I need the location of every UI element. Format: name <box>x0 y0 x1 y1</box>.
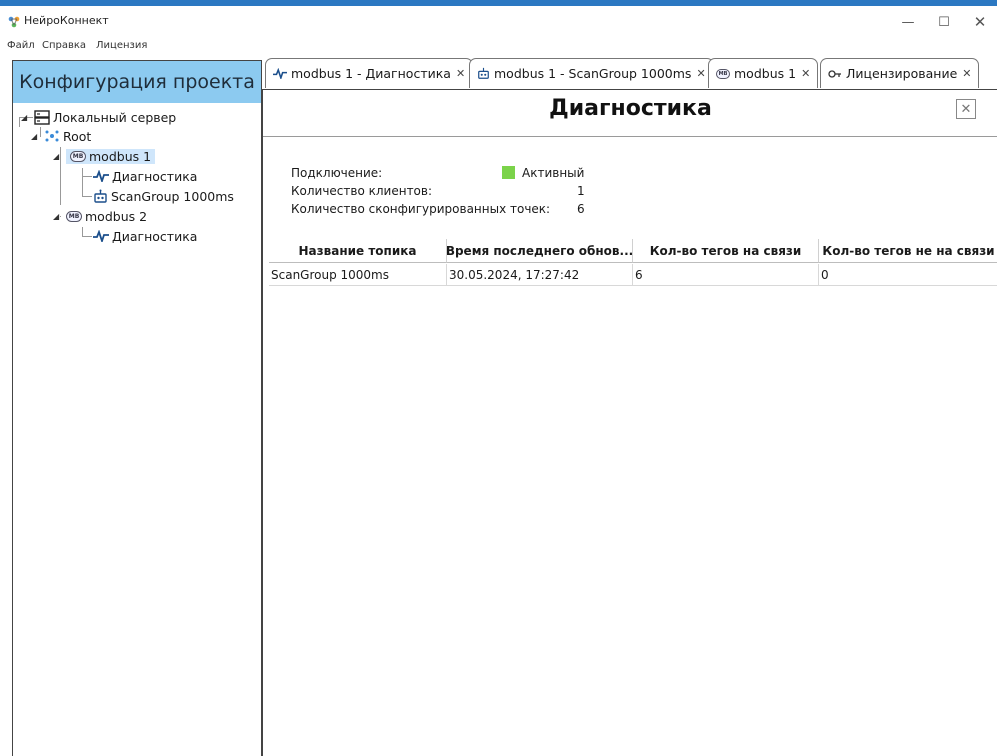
key-icon <box>828 68 842 80</box>
points-label: Количество сконфигурированных точек: <box>291 202 551 216</box>
tab-label: modbus 1 <box>734 66 797 81</box>
connection-status-indicator <box>502 166 515 179</box>
column-header-tags-online[interactable]: Кол-во тегов на связи <box>633 239 819 263</box>
pulse-icon <box>93 170 109 182</box>
close-tab-icon[interactable]: ✕ <box>962 67 971 80</box>
project-config-panel: Конфигурация проекта ◢ Локальный сервер … <box>12 60 262 756</box>
close-tab-icon[interactable]: ✕ <box>456 67 465 80</box>
tree-label-diagnostics: Диагностика <box>112 228 198 244</box>
clients-label: Количество клиентов: <box>291 184 433 198</box>
tab-modbus-1[interactable]: MB modbus 1 ✕ <box>708 58 819 88</box>
menu-license[interactable]: Лицензия <box>96 40 147 51</box>
tree-label-root: Root <box>63 128 92 144</box>
table-cell-topic[interactable]: ScanGroup 1000ms <box>269 264 447 286</box>
title-divider <box>263 136 997 137</box>
server-icon <box>34 109 50 125</box>
page-title: Диагностика <box>549 96 712 121</box>
points-value: 6 <box>577 202 585 216</box>
tree-node-modbus-1-selection: MB modbus 1 <box>66 148 156 164</box>
expand-arrow-icon[interactable]: ◢ <box>53 152 66 161</box>
connection-label: Подключение: <box>291 166 383 180</box>
robot-icon <box>93 189 108 204</box>
title-bar: НейроКоннект — ☐ ✕ <box>0 6 997 36</box>
clients-value: 1 <box>577 184 585 198</box>
pulse-icon <box>273 68 287 79</box>
tree-node-modbus-1[interactable]: ◢ MB modbus 1 <box>53 146 156 166</box>
tree-label-diagnostics: Диагностика <box>112 168 198 184</box>
tree-node-root[interactable]: ◢ Root <box>31 126 91 146</box>
table-cell-tags-offline[interactable]: 0 <box>819 264 997 286</box>
tab-label: modbus 1 - ScanGroup 1000ms <box>494 66 692 81</box>
close-window-button[interactable]: ✕ <box>966 12 994 32</box>
expand-arrow-icon[interactable]: ◢ <box>21 113 34 122</box>
robot-icon <box>477 67 490 80</box>
diagnostics-page: Диагностика ✕ Подключение: Активный Коли… <box>262 89 997 756</box>
tree-node-modbus-2[interactable]: ◢ MB modbus 2 <box>53 206 147 226</box>
tab-modbus-1-scangroup[interactable]: modbus 1 - ScanGroup 1000ms ✕ <box>469 58 714 88</box>
modbus-icon: MB <box>70 150 86 162</box>
table-cell-tags-online[interactable]: 6 <box>633 264 819 286</box>
root-cluster-icon <box>44 129 60 143</box>
close-tab-icon[interactable]: ✕ <box>696 67 705 80</box>
menu-bar: Файл Справка Лицензия <box>0 36 997 54</box>
tree-node-scangroup[interactable]: ScanGroup 1000ms <box>93 186 234 206</box>
expand-arrow-icon[interactable]: ◢ <box>53 212 66 221</box>
menu-file[interactable]: Файл <box>7 40 35 51</box>
tree-node-modbus-1-diagnostics[interactable]: Диагностика <box>93 166 197 186</box>
tree-label-scangroup: ScanGroup 1000ms <box>111 188 234 204</box>
tree-node-local-server[interactable]: ◢ Локальный сервер <box>13 107 176 127</box>
close-page-button[interactable]: ✕ <box>956 99 976 119</box>
tree-connector <box>82 168 83 196</box>
expand-arrow-icon[interactable]: ◢ <box>31 132 44 141</box>
tree-connector <box>82 196 92 197</box>
column-header-topic[interactable]: Название топика <box>269 239 447 263</box>
maximize-button[interactable]: ☐ <box>930 12 958 32</box>
pulse-icon <box>93 230 109 242</box>
modbus-icon: MB <box>716 68 730 79</box>
project-config-header: Конфигурация проекта <box>13 61 261 103</box>
tree-connector <box>82 176 92 177</box>
tree-label-modbus-2: modbus 2 <box>85 208 148 224</box>
tree-label-local-server: Локальный сервер <box>53 109 177 125</box>
menu-help[interactable]: Справка <box>42 40 86 51</box>
minimize-button[interactable]: — <box>894 12 922 32</box>
tab-modbus-1-diagnostics[interactable]: modbus 1 - Диагностика ✕ <box>265 58 474 88</box>
tree-connector <box>82 236 92 237</box>
modbus-badge: MB <box>716 68 730 79</box>
tab-label: Лицензирование <box>846 66 958 81</box>
app-title: НейроКоннект <box>24 14 109 27</box>
tab-licensing[interactable]: Лицензирование ✕ <box>820 58 980 88</box>
connection-value: Активный <box>522 166 585 180</box>
tab-bar: modbus 1 - Диагностика ✕ modbus 1 - Scan… <box>262 56 997 90</box>
tree-label-modbus-1: modbus 1 <box>89 148 152 164</box>
app-logo-icon <box>7 15 21 29</box>
modbus-icon: MB <box>66 210 82 222</box>
close-tab-icon[interactable]: ✕ <box>801 67 810 80</box>
tree-node-modbus-2-diagnostics[interactable]: Диагностика <box>93 226 197 246</box>
column-header-tags-offline[interactable]: Кол-во тегов не на связи <box>819 239 997 263</box>
column-header-last-update[interactable]: Время последнего обнов... <box>447 239 633 263</box>
tab-label: modbus 1 - Диагностика <box>291 66 451 81</box>
table-cell-last-update[interactable]: 30.05.2024, 17:27:42 <box>447 264 633 286</box>
